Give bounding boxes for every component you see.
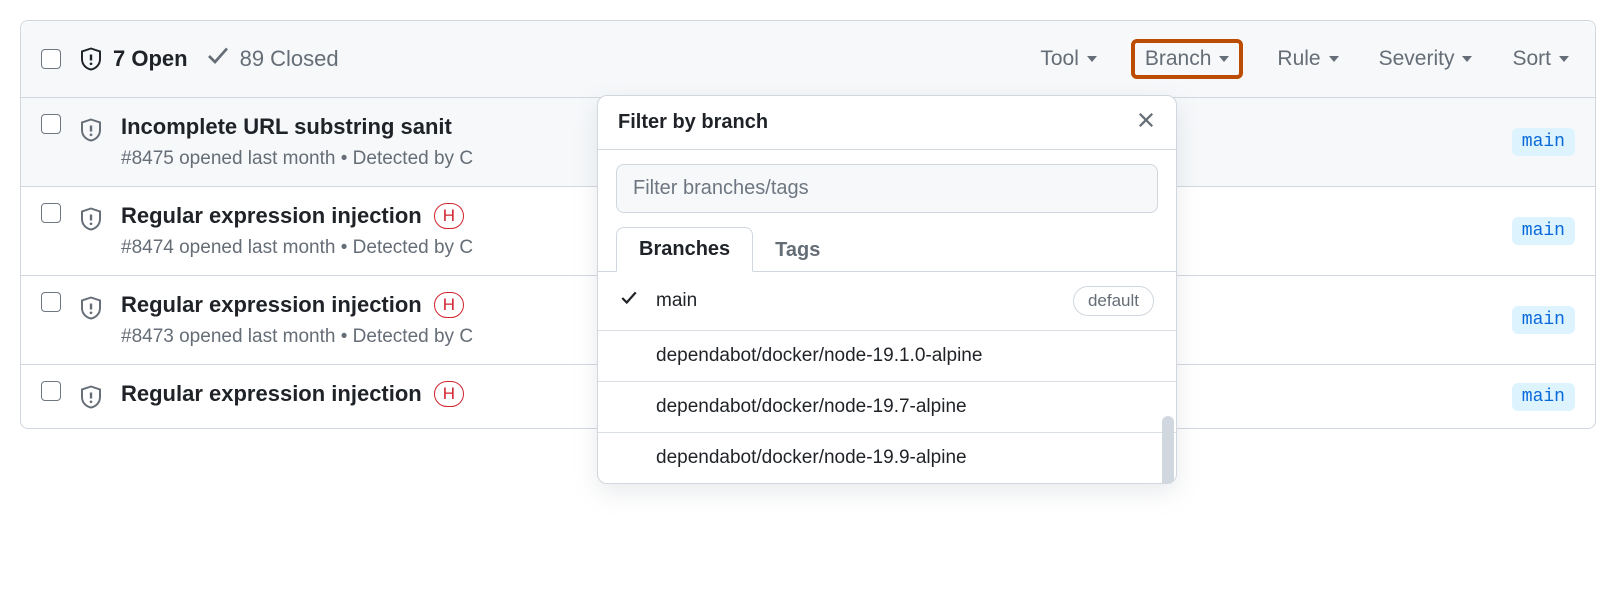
shield-alert-icon [79,381,103,412]
branch-tag[interactable]: main [1512,306,1575,334]
shield-alert-icon [79,114,103,145]
filter-sort-label: Sort [1512,47,1551,71]
filter-severity-label: Severity [1379,47,1455,71]
severity-pill-label: H [443,384,455,404]
alert-checkbox[interactable] [41,292,61,312]
caret-down-icon [1462,56,1472,62]
branch-tag[interactable]: main [1512,128,1575,156]
branch-item-label: main [656,290,1059,312]
open-count[interactable]: 7 Open [79,46,188,72]
caret-down-icon [1559,56,1569,62]
alert-title[interactable]: Incomplete URL substring sanit [121,114,452,140]
dropdown-header: Filter by branch [598,96,1176,150]
branch-tag[interactable]: main [1512,217,1575,245]
severity-pill: H [434,381,464,407]
dropdown-search-wrap [598,150,1176,227]
close-icon[interactable] [1136,110,1156,135]
filter-rule-label: Rule [1277,47,1320,71]
caret-down-icon [1329,56,1339,62]
check-icon [206,44,230,74]
branch-tag[interactable]: main [1512,383,1575,411]
shield-alert-icon [79,203,103,234]
toolbar-left: 7 Open 89 Closed [41,44,339,74]
tab-tags[interactable]: Tags [753,229,842,272]
alerts-container: 7 Open 89 Closed Tool Branch Ru [20,20,1596,429]
filter-sort[interactable]: Sort [1506,43,1575,75]
default-badge: default [1073,286,1154,316]
shield-alert-icon [79,292,103,323]
branch-item[interactable]: dependabot/docker/node-19.7-alpine [598,382,1176,433]
filter-rule[interactable]: Rule [1271,43,1344,75]
caret-down-icon [1087,56,1097,62]
dropdown-tabs: Branches Tags [598,227,1176,272]
alert-title[interactable]: Regular expression injection [121,292,422,318]
alert-title[interactable]: Regular expression injection [121,381,422,407]
filter-severity[interactable]: Severity [1373,43,1479,75]
open-count-text: 7 Open [113,46,188,72]
branch-item-label: dependabot/docker/node-19.9-alpine [656,447,1154,469]
branch-filter-input[interactable] [616,164,1158,213]
closed-count[interactable]: 89 Closed [206,44,339,74]
severity-pill: H [434,203,464,229]
alert-checkbox[interactable] [41,381,61,401]
toolbar-right: Tool Branch Rule Severity Sort [1034,39,1575,79]
alert-title[interactable]: Regular expression injection [121,203,422,229]
branch-item-label: dependabot/docker/node-19.1.0-alpine [656,345,1154,367]
branch-item-label: dependabot/docker/node-19.7-alpine [656,396,1154,418]
closed-count-text: 89 Closed [240,46,339,72]
filter-branch-label: Branch [1145,47,1212,71]
branch-list[interactable]: main default dependabot/docker/node-19.1… [598,272,1176,483]
shield-alert-icon [79,47,103,71]
branch-item[interactable]: dependabot/docker/node-19.1.0-alpine [598,331,1176,382]
alert-checkbox[interactable] [41,114,61,134]
severity-pill: H [434,292,464,318]
check-icon [620,289,642,313]
severity-pill-label: H [443,206,455,226]
alert-checkbox[interactable] [41,203,61,223]
branch-filter-dropdown: Filter by branch Branches Tags main [597,95,1177,484]
filter-branch[interactable]: Branch [1131,39,1244,79]
tab-branches[interactable]: Branches [616,227,753,272]
branch-item[interactable]: dependabot/docker/node-19.9-alpine [598,433,1176,483]
dropdown-title: Filter by branch [618,111,768,134]
severity-pill-label: H [443,295,455,315]
caret-down-icon [1219,56,1229,62]
filter-tool[interactable]: Tool [1034,43,1103,75]
alerts-toolbar: 7 Open 89 Closed Tool Branch Ru [21,21,1595,98]
branch-item[interactable]: main default [598,272,1176,331]
select-all-checkbox[interactable] [41,49,61,69]
filter-tool-label: Tool [1040,47,1079,71]
scrollbar-thumb[interactable] [1162,416,1174,484]
